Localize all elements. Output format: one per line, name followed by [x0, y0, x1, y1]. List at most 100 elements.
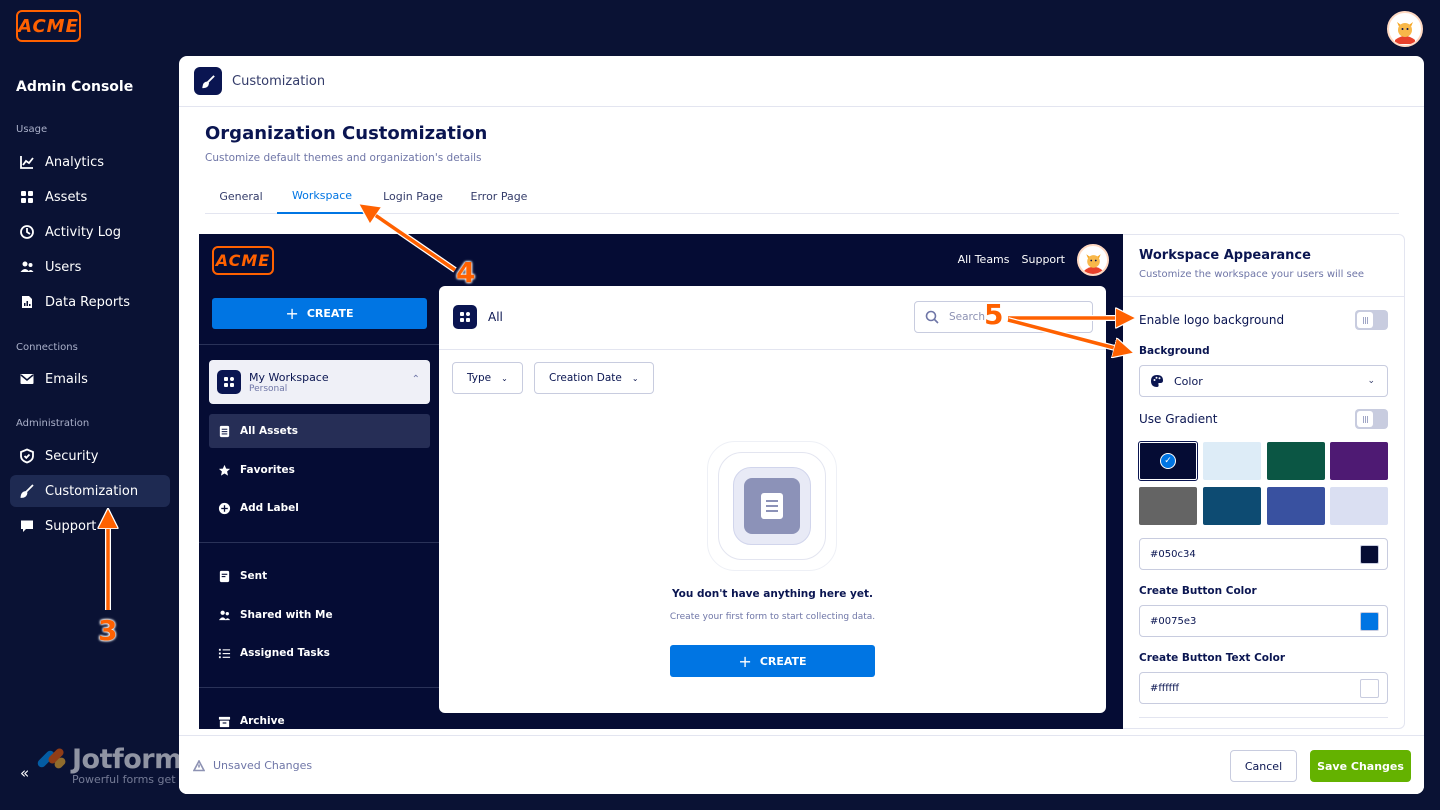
- acme-logo[interactable]: ACME: [16, 10, 81, 42]
- sidebar-item-support[interactable]: Support: [10, 510, 170, 542]
- color-swatch[interactable]: [1203, 442, 1261, 480]
- color-swatch[interactable]: [1203, 487, 1261, 525]
- preview-nav-assigned-tasks[interactable]: Assigned Tasks: [209, 636, 430, 670]
- report-icon: [18, 293, 36, 311]
- section-connections: Connections: [16, 342, 78, 353]
- sidebar-item-emails[interactable]: Emails: [10, 363, 170, 395]
- cat-avatar-icon: [1079, 246, 1107, 274]
- preview-nav-archive[interactable]: Archive: [209, 704, 430, 729]
- save-changes-button[interactable]: Save Changes: [1310, 750, 1411, 782]
- color-swatch[interactable]: [1330, 442, 1388, 480]
- tab-error-page[interactable]: Error Page: [459, 178, 539, 214]
- add-circle-icon: [217, 501, 231, 515]
- grid-icon: [18, 188, 36, 206]
- create-button-text-color-label: Create Button Text Color: [1139, 652, 1285, 664]
- color-swatch[interactable]: [1139, 487, 1197, 525]
- document-icon: [217, 424, 231, 438]
- star-icon: [217, 463, 231, 477]
- preview-create-button[interactable]: + CREATE: [212, 298, 427, 329]
- clock-icon: [18, 223, 36, 241]
- unsaved-label: Unsaved Changes: [213, 759, 313, 772]
- preview-top-links: All Teams Support: [958, 253, 1065, 266]
- user-avatar[interactable]: [1387, 11, 1423, 47]
- card-create-button[interactable]: + CREATE: [670, 645, 875, 677]
- preview-nav-all-assets[interactable]: All Assets: [209, 414, 430, 448]
- preview-nav-label: Assigned Tasks: [240, 647, 330, 659]
- chart-line-icon: [18, 153, 36, 171]
- preview-nav-shared-with-me[interactable]: Shared with Me: [209, 598, 430, 632]
- sidebar-item-customization[interactable]: Customization: [10, 475, 170, 507]
- gradient-toggle[interactable]: [1355, 409, 1388, 429]
- sidebar-item-analytics[interactable]: Analytics: [10, 146, 170, 178]
- workspace-appearance-panel: Workspace Appearance Customize the works…: [1123, 234, 1405, 729]
- task-list-icon: [217, 646, 231, 660]
- sidebar-item-activity-log[interactable]: Activity Log: [10, 216, 170, 248]
- tab-bar: General Workspace Login Page Error Page: [205, 178, 1399, 214]
- background-color-input[interactable]: #050c34: [1139, 538, 1388, 570]
- chevron-down-icon: ⌄: [501, 373, 508, 383]
- workspace-selector[interactable]: My Workspace Personal ⌃: [209, 360, 430, 404]
- preview-nav-sent[interactable]: Sent: [209, 559, 430, 593]
- color-swatch[interactable]: [1267, 442, 1325, 480]
- card-title: All: [488, 310, 503, 324]
- search-placeholder: Search: [949, 311, 986, 323]
- color-swatch[interactable]: [1267, 487, 1325, 525]
- palette-icon: [1151, 375, 1163, 387]
- color-swatch[interactable]: [1330, 487, 1388, 525]
- sidebar-item-label: Data Reports: [45, 294, 131, 310]
- preview-link-all-teams[interactable]: All Teams: [958, 253, 1010, 266]
- chevron-down-icon: ⌄: [1367, 376, 1375, 386]
- sidebar-item-assets[interactable]: Assets: [10, 181, 170, 213]
- preview-nav-favorites[interactable]: Favorites: [209, 453, 430, 487]
- cat-avatar-icon: [1390, 14, 1420, 44]
- sidebar-item-label: Users: [45, 259, 82, 275]
- background-type-value: Color: [1174, 374, 1203, 388]
- sidebar-item-security[interactable]: Security: [10, 440, 170, 472]
- sidebar-item-data-reports[interactable]: Data Reports: [10, 286, 170, 318]
- archive-icon: [217, 714, 231, 728]
- empty-state-subtitle: Create your first form to start collecti…: [669, 612, 876, 622]
- tab-login-page[interactable]: Login Page: [367, 178, 459, 214]
- plus-icon: +: [738, 651, 752, 671]
- support-icon: [18, 517, 36, 535]
- filter-type-dropdown[interactable]: Type ⌄: [452, 362, 523, 394]
- sidebar-item-label: Support: [45, 518, 97, 534]
- color-chip[interactable]: [1360, 679, 1379, 698]
- background-type-select[interactable]: Color ⌄: [1139, 365, 1388, 397]
- annotation-step-4: 4: [456, 256, 476, 289]
- collapse-sidebar-button[interactable]: «: [20, 764, 29, 782]
- empty-state-title: You don't have anything here yet.: [672, 588, 873, 600]
- settings-title: Workspace Appearance: [1139, 248, 1311, 263]
- sidebar-item-users[interactable]: Users: [10, 251, 170, 283]
- page-title: Organization Customization: [205, 123, 488, 144]
- breadcrumb: Customization: [179, 56, 1424, 107]
- cancel-button[interactable]: Cancel: [1230, 750, 1297, 782]
- logo-background-toggle[interactable]: [1355, 310, 1388, 330]
- shield-icon: [18, 447, 36, 465]
- warning-icon: [193, 759, 205, 771]
- color-chip[interactable]: [1360, 545, 1379, 564]
- footer-bar: Unsaved Changes Cancel Save Changes: [179, 735, 1424, 794]
- color-swatch[interactable]: ✓: [1138, 441, 1198, 481]
- create-button-text-color-input[interactable]: #ffffff: [1139, 672, 1388, 704]
- tab-general[interactable]: General: [205, 178, 277, 214]
- color-chip[interactable]: [1360, 612, 1379, 631]
- plus-icon: +: [285, 304, 299, 323]
- chevron-updown-icon: ⌃: [411, 374, 420, 385]
- workspace-name: My Workspace: [249, 370, 329, 384]
- card-create-label: CREATE: [759, 654, 807, 668]
- preview-create-label: CREATE: [306, 307, 354, 320]
- preview-nav-add-label[interactable]: Add Label: [209, 491, 430, 525]
- create-button-color-input[interactable]: #0075e3: [1139, 605, 1388, 637]
- tab-workspace[interactable]: Workspace: [277, 178, 367, 214]
- preview-acme-logo: ACME: [212, 246, 274, 275]
- toggle-knob: [1357, 312, 1373, 328]
- filter-creation-date-dropdown[interactable]: Creation Date ⌄: [534, 362, 654, 394]
- brush-icon: [194, 67, 222, 95]
- sent-icon: [217, 569, 231, 583]
- logo-background-label: Enable logo background: [1139, 313, 1285, 327]
- sidebar-item-label: Activity Log: [45, 224, 121, 240]
- preview-search-input[interactable]: Search: [914, 301, 1093, 333]
- create-button-text-hex-value: #ffffff: [1150, 682, 1180, 694]
- preview-link-support[interactable]: Support: [1022, 253, 1065, 266]
